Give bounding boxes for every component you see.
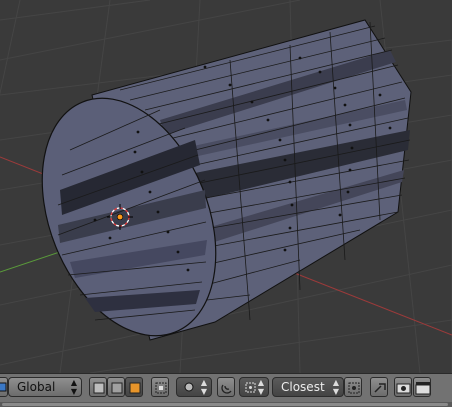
- 3d-viewport[interactable]: [0, 0, 452, 373]
- render-still-camera-icon[interactable]: [394, 377, 412, 397]
- snap-target-value: Closest: [281, 380, 325, 394]
- snap-align-icon[interactable]: [344, 377, 362, 397]
- orientation-value: Global: [17, 380, 56, 394]
- edge-select-icon[interactable]: [107, 377, 125, 397]
- viewport-header: Global ▲ ▼ ▲ ▼ ▲ ▼ Closest ▲ ▼: [0, 373, 452, 407]
- scrollbar-thumb[interactable]: [2, 403, 448, 406]
- updown-arrows-icon: ▲ ▼: [200, 378, 208, 396]
- limit-to-visible-icon[interactable]: [151, 377, 169, 397]
- vertex-select-icon[interactable]: [89, 377, 107, 397]
- proportional-edit-dropdown[interactable]: ▲ ▼: [176, 377, 212, 397]
- snap-element-dropdown[interactable]: ▲ ▼: [239, 377, 269, 397]
- snap-target-dropdown[interactable]: Closest ▲ ▼: [272, 377, 344, 397]
- pivot-icon[interactable]: [0, 377, 8, 397]
- updown-arrows-icon: ▲ ▼: [332, 378, 340, 396]
- transform-orientation-dropdown[interactable]: Global ▲ ▼: [8, 377, 82, 397]
- snap-magnet-icon[interactable]: [217, 377, 235, 397]
- header-scrollbar[interactable]: [0, 402, 452, 407]
- cylinder-mesh[interactable]: [9, 19, 412, 362]
- updown-arrows-icon: ▲ ▼: [257, 378, 265, 396]
- face-select-icon[interactable]: [125, 377, 143, 397]
- updown-arrows-icon: ▲ ▼: [70, 378, 78, 396]
- render-animation-clapper-icon[interactable]: [413, 377, 431, 397]
- opengl-render-icon[interactable]: [370, 377, 388, 397]
